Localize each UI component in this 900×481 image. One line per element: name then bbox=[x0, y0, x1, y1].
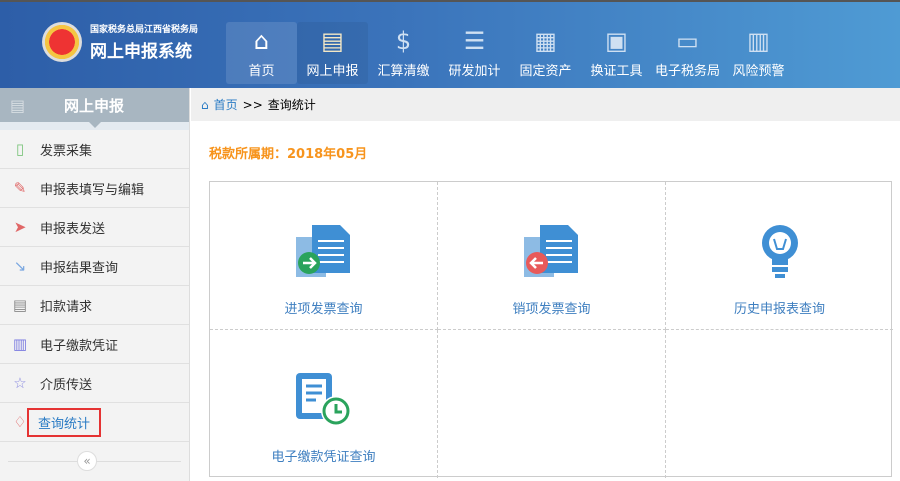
header: 国家税务总局江西省税务局 网上申报系统 ⌂ 首页 ▤ 网上申报 $ 汇算清缴 ☰ 研发加… bbox=[0, 0, 900, 88]
sidebar-item-edit[interactable]: ✎ 申报表填写与编辑 bbox=[0, 169, 189, 208]
home-icon: ⌂ bbox=[253, 27, 270, 55]
label: 申报结果查询 bbox=[40, 260, 119, 276]
nav-cert-tool[interactable]: ▣ 换证工具 bbox=[581, 22, 652, 84]
system-name: 网上申报系统 bbox=[90, 42, 192, 62]
invoice-icon: ▯ bbox=[15, 140, 25, 158]
sidebar-header: ▤ 网上申报 bbox=[0, 88, 189, 128]
monitor-icon: ▭ bbox=[676, 27, 699, 55]
nav-assets[interactable]: ▦ 固定资产 bbox=[510, 22, 581, 84]
sidebar-item-voucher[interactable]: ▥ 电子缴款凭证 bbox=[0, 325, 189, 364]
voucher-icon: ▥ bbox=[12, 335, 28, 353]
label: 查询统计 bbox=[27, 407, 102, 437]
asset-icon: ▦ bbox=[534, 27, 557, 55]
top-nav: ⌂ 首页 ▤ 网上申报 $ 汇算清缴 ☰ 研发加计 ▦ 固定资产 ▣ 换证工具 ▭ 电子税务局… bbox=[226, 22, 794, 84]
result-icon: ↘ bbox=[13, 257, 27, 275]
nav-label: 固定资产 bbox=[519, 64, 572, 79]
declare-icon: ▤ bbox=[321, 27, 344, 55]
coins-icon: ☰ bbox=[463, 27, 486, 55]
org-name: 国家税务总局江西省税务局 bbox=[90, 25, 199, 35]
nav-label: 风险预警 bbox=[732, 64, 785, 79]
tile-history[interactable]: 历史申报表查询 bbox=[666, 182, 893, 330]
logo: 国家税务总局江西省税务局 网上申报系统 bbox=[42, 22, 198, 62]
label: 申报表发送 bbox=[40, 221, 106, 237]
voucher-clock-icon bbox=[294, 358, 354, 440]
label: 发票采集 bbox=[40, 143, 93, 159]
star-icon: ☆ bbox=[13, 374, 27, 392]
sidebar-item-invoice[interactable]: ▯ 发票采集 bbox=[0, 130, 189, 169]
tile-input-invoice[interactable]: 进项发票查询 bbox=[210, 182, 438, 330]
sidebar: ▤ 网上申报 ▯ 发票采集 ✎ 申报表填写与编辑 ➤ 申报表发送 ↘ 申报结果查询 ▤ 扣款… bbox=[0, 88, 190, 481]
emblem-icon bbox=[42, 22, 82, 62]
label: 扣款请求 bbox=[40, 299, 93, 315]
nav-label: 换证工具 bbox=[590, 64, 643, 79]
lightbulb-icon bbox=[760, 210, 800, 292]
nav-risk[interactable]: ▥ 风险预警 bbox=[723, 22, 794, 84]
nav-label: 首页 bbox=[248, 64, 275, 79]
breadcrumb-current: 查询统计 bbox=[267, 98, 316, 112]
tile-label: 进项发票查询 bbox=[284, 302, 363, 317]
sidebar-item-send[interactable]: ➤ 申报表发送 bbox=[0, 208, 189, 247]
nav-label: 网上申报 bbox=[306, 64, 359, 79]
sidebar-item-media[interactable]: ☆ 介质传送 bbox=[0, 364, 189, 403]
query-tiles: 进项发票查询 销项发票查询 历史申报表查询 电子缴款凭证查询 bbox=[209, 181, 893, 478]
label: 申报表填写与编辑 bbox=[40, 182, 145, 198]
sidebar-item-deduct[interactable]: ▤ 扣款请求 bbox=[0, 286, 189, 325]
tile-label: 销项发票查询 bbox=[512, 302, 591, 317]
nav-label: 研发加计 bbox=[448, 64, 501, 79]
breadcrumb-home[interactable]: 首页 bbox=[214, 96, 238, 113]
send-icon: ➤ bbox=[13, 218, 27, 236]
sidebar-item-query[interactable]: ♢ 查询统计 bbox=[0, 403, 189, 442]
home-icon[interactable]: ⌂ bbox=[201, 98, 209, 112]
tile-label: 电子缴款凭证查询 bbox=[271, 450, 376, 465]
tax-period: 税款所属期：2018年05月 bbox=[209, 147, 368, 162]
deduct-icon: ▤ bbox=[12, 296, 28, 314]
label: 介质传送 bbox=[40, 377, 93, 393]
nav-declare[interactable]: ▤ 网上申报 bbox=[297, 22, 368, 84]
edit-icon: ✎ bbox=[13, 179, 27, 197]
breadcrumb: ⌂ 首页 >> 查询统计 bbox=[191, 88, 900, 121]
sidebar-item-result[interactable]: ↘ 申报结果查询 bbox=[0, 247, 189, 286]
dollar-icon: $ bbox=[395, 27, 412, 55]
tile-label: 历史申报表查询 bbox=[733, 302, 825, 317]
input-invoice-icon bbox=[295, 210, 352, 292]
tile-output-invoice[interactable]: 销项发票查询 bbox=[438, 182, 666, 330]
nav-rd[interactable]: ☰ 研发加计 bbox=[439, 22, 510, 84]
declare-icon: ▤ bbox=[10, 95, 26, 115]
breadcrumb-separator: >> bbox=[242, 97, 263, 112]
clipboard-icon: ▥ bbox=[747, 27, 770, 55]
tile-e-voucher[interactable]: 电子缴款凭证查询 bbox=[210, 330, 438, 478]
nav-home[interactable]: ⌂ 首页 bbox=[226, 22, 297, 84]
sidebar-title: 网上申报 bbox=[64, 96, 125, 115]
nav-label: 电子税务局 bbox=[654, 64, 720, 79]
empty-tile bbox=[666, 330, 893, 478]
output-invoice-icon bbox=[523, 210, 580, 292]
empty-tile bbox=[438, 330, 666, 478]
nav-etax[interactable]: ▭ 电子税务局 bbox=[652, 22, 723, 84]
label: 电子缴款凭证 bbox=[40, 338, 119, 354]
nav-label: 汇算清缴 bbox=[377, 64, 430, 79]
certificate-icon: ▣ bbox=[605, 27, 628, 55]
nav-settlement[interactable]: $ 汇算清缴 bbox=[368, 22, 439, 84]
collapse-sidebar-button[interactable]: « bbox=[77, 451, 97, 471]
